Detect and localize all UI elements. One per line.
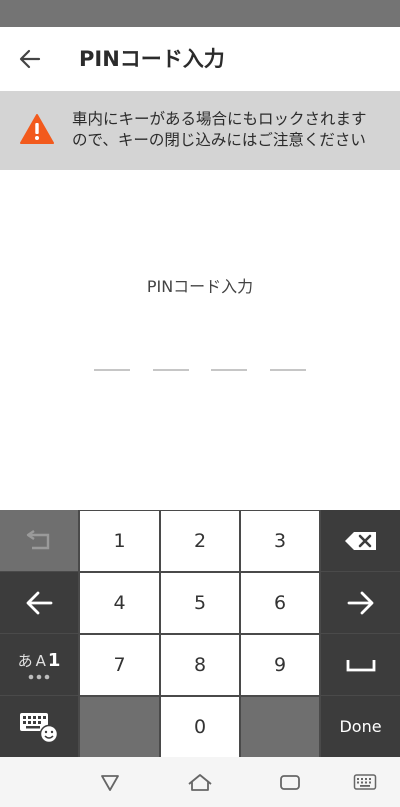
key-4-label: 4: [113, 592, 126, 614]
key-8[interactable]: 8: [161, 635, 239, 695]
key-6[interactable]: 6: [241, 573, 319, 633]
key-5[interactable]: 5: [161, 573, 239, 633]
key-2-label: 2: [193, 530, 207, 552]
key-2[interactable]: 2: [161, 511, 239, 571]
key-9[interactable]: 9: [241, 635, 319, 695]
key-0-label: 0: [193, 716, 207, 738]
nav-recents-button[interactable]: [275, 769, 305, 795]
undo-icon: [26, 529, 50, 549]
key-9-label: 9: [273, 654, 287, 676]
cursor-left-key[interactable]: [0, 572, 78, 633]
key-1[interactable]: 1: [80, 511, 159, 571]
backspace-icon: [344, 531, 376, 550]
pin-entry-area: PINコード入力: [0, 170, 400, 510]
warning-banner: 車内にキーがある場合にもロックされます ので、キーの閉じ込みにはご注意ください: [0, 91, 400, 170]
key-3[interactable]: 3: [241, 511, 319, 571]
cursor-right-key[interactable]: [321, 572, 400, 633]
key-7[interactable]: 7: [80, 635, 159, 695]
warning-message: 車内にキーがある場合にもロックされます ので、キーの閉じ込みにはご注意ください: [72, 109, 392, 151]
key-1-label: 1: [113, 530, 126, 552]
key-5-label: 5: [193, 592, 207, 614]
nav-keyboard-button[interactable]: [350, 769, 380, 795]
pin-digit-slot-2: [153, 369, 189, 371]
warning-triangle-icon: [20, 114, 54, 144]
warning-line-2: ので、キーの閉じ込みにはご注意ください: [72, 131, 366, 149]
status-bar: [0, 0, 400, 27]
pin-digit-slot-4: [270, 369, 306, 371]
space-bar-icon: [346, 659, 375, 671]
warning-line-1: 車内にキーがある場合にもロックされます: [72, 110, 367, 128]
keyboard-emoji-icon: [20, 712, 59, 743]
key-7-label: 7: [113, 654, 126, 676]
input-mode-key[interactable]: あA1: [0, 634, 78, 695]
space-key[interactable]: [321, 634, 400, 695]
key-4[interactable]: 4: [80, 573, 159, 633]
mode-kana-label: あ: [17, 651, 33, 670]
key-3-label: 3: [273, 530, 287, 552]
home-icon: [188, 774, 212, 791]
app-bar: PINコード入力: [0, 27, 400, 91]
key-6-label: 6: [273, 592, 287, 614]
mode-alpha-label: A: [35, 651, 46, 670]
pin-digit-slot-3: [211, 369, 247, 371]
pin-digit-slot-1: [94, 369, 130, 371]
backspace-key[interactable]: [321, 510, 400, 571]
arrow-left-icon: [19, 49, 41, 69]
done-label: Done: [339, 717, 382, 736]
key-8-label: 8: [193, 654, 207, 676]
mode-num-label: 1: [47, 649, 61, 671]
more-dots-icon: [28, 674, 50, 679]
key-0[interactable]: 0: [161, 697, 239, 757]
nav-back-button[interactable]: [95, 769, 125, 795]
pin-label: PINコード入力: [146, 277, 254, 296]
page-title: PINコード入力: [79, 47, 225, 71]
undo-key[interactable]: [0, 510, 78, 571]
arrow-left-icon: [26, 591, 53, 614]
arrow-right-icon: [347, 591, 373, 614]
empty-key-left: [80, 697, 159, 757]
back-button[interactable]: [10, 41, 50, 77]
keyboard-icon: [353, 774, 377, 790]
recents-icon: [280, 775, 300, 790]
keyboard-settings-key[interactable]: [0, 696, 78, 757]
numeric-keyboard: 1 2 3 4 5 6 あA1 7 8 9 0 Done: [0, 510, 400, 757]
done-key[interactable]: Done: [321, 696, 400, 757]
input-mode-label: あA1: [17, 649, 61, 680]
back-triangle-icon: [101, 775, 119, 791]
empty-key-right: [241, 697, 319, 757]
nav-home-button[interactable]: [185, 769, 215, 795]
system-navigation-bar: [0, 757, 400, 807]
